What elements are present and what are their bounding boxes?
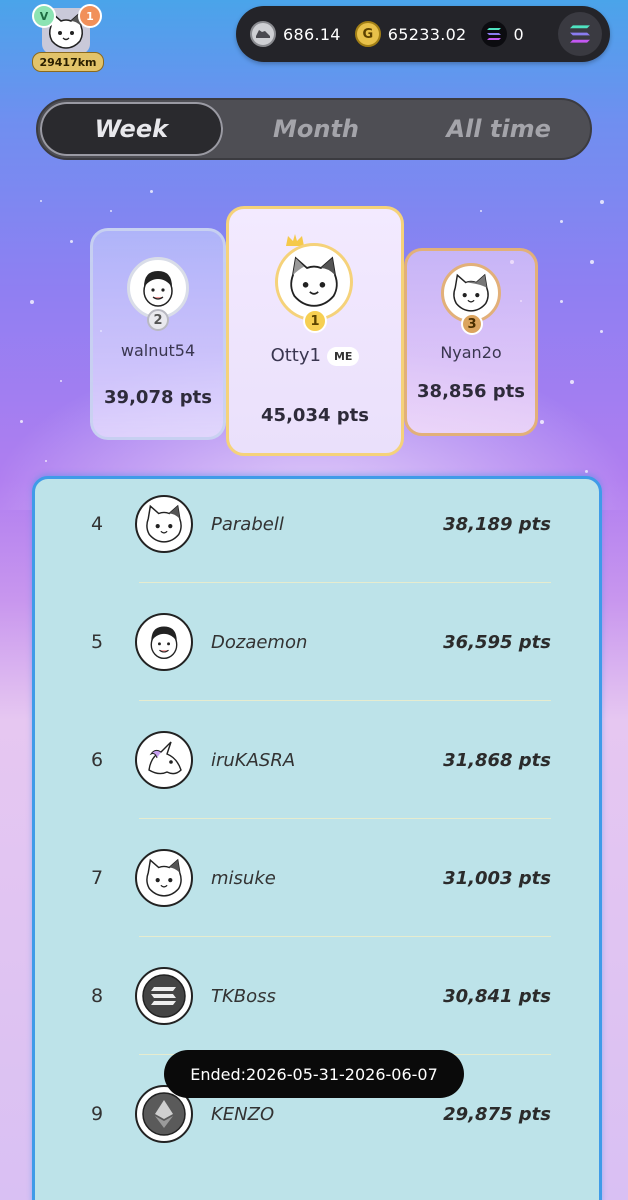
tab-week[interactable]: Week <box>40 102 223 156</box>
sparkle-dot <box>20 420 23 423</box>
tab-month[interactable]: Month <box>225 100 408 158</box>
leaderboard-screen: V 1 29417km 686.14 G 65233.02 0 Week Mon… <box>0 0 628 1200</box>
rank-badge-2: 2 <box>147 309 169 331</box>
distance-label: 29417km <box>32 52 104 72</box>
unicorn-avatar-icon <box>135 731 193 789</box>
podium-third-place[interactable]: 3 Nyan2o 38,856 pts <box>404 248 538 436</box>
solana-icon <box>570 25 590 43</box>
sparkle-dot <box>590 260 594 264</box>
row-rank: 9 <box>91 1103 104 1125</box>
row-username: iruKASRA <box>211 749 296 771</box>
period-ended-tooltip: Ended:2026-05-31-2026-06-07 <box>164 1050 464 1098</box>
tab-all-time[interactable]: All time <box>407 100 590 158</box>
row-username: Parabell <box>211 513 284 535</box>
sparkle-dot <box>110 210 112 212</box>
sparkle-dot <box>600 200 604 204</box>
leaderboard-row[interactable]: 6 iruKASRA 31,868 pts <box>35 701 599 819</box>
sparkle-dot <box>60 380 62 382</box>
level-badge: 1 <box>78 4 102 28</box>
row-username: misuke <box>211 867 276 889</box>
row-points: 30,841 pts <box>443 985 551 1007</box>
solana-icon <box>480 21 507 47</box>
leaderboard-row[interactable]: 8 TKBoss 30,841 pts <box>35 937 599 1055</box>
leaderboard-row[interactable]: 7 misuke 31,003 pts <box>35 819 599 937</box>
rank-badge-3: 3 <box>461 313 483 335</box>
row-rank: 4 <box>91 513 104 535</box>
wallet-button[interactable] <box>558 12 602 56</box>
sneaker-token-value: 686.14 <box>283 24 341 44</box>
sparkle-dot <box>540 420 544 424</box>
cat-avatar-icon <box>135 849 193 907</box>
row-points: 38,189 pts <box>443 513 551 535</box>
podium-first-points: 45,034 pts <box>261 405 369 426</box>
sparkle-dot <box>40 200 42 202</box>
sparkle-dot <box>560 220 563 223</box>
row-rank: 8 <box>91 985 104 1007</box>
solana-value: 0 <box>513 24 525 44</box>
gold-coin-value: 65233.02 <box>387 24 467 44</box>
cat-avatar-icon <box>135 495 193 553</box>
leaderboard-row[interactable]: 4 Parabell 38,189 pts <box>35 465 599 583</box>
period-tabs: Week Month All time <box>36 98 592 160</box>
rank-badge-1: 1 <box>303 309 327 333</box>
solana-avatar-icon <box>135 967 193 1025</box>
podium-first-name-row: Otty1 ME <box>229 345 401 366</box>
row-points: 36,595 pts <box>443 631 551 653</box>
row-username: Dozaemon <box>211 631 308 653</box>
boy-avatar-icon <box>135 613 193 671</box>
gold-coin-balance[interactable]: G 65233.02 <box>354 21 467 47</box>
sneaker-token-balance[interactable]: 686.14 <box>250 21 341 47</box>
currency-bar: 686.14 G 65233.02 0 <box>236 6 610 62</box>
podium-second-name: walnut54 <box>120 341 196 360</box>
me-badge: ME <box>326 346 360 366</box>
podium-first-name: Otty1 <box>270 345 321 366</box>
sparkle-dot <box>480 210 482 212</box>
gold-coin-icon: G <box>354 21 381 47</box>
sparkle-dot <box>70 240 73 243</box>
sparkle-dot <box>560 300 563 303</box>
row-points: 31,868 pts <box>443 749 551 771</box>
row-rank: 5 <box>91 631 104 653</box>
podium-second-place[interactable]: 2 walnut54 39,078 pts <box>90 228 226 440</box>
row-rank: 7 <box>91 867 104 889</box>
user-profile-badge[interactable]: V 1 29417km <box>32 4 104 72</box>
podium-third-points: 38,856 pts <box>417 381 525 402</box>
solana-balance[interactable]: 0 <box>480 21 525 47</box>
sparkle-dot <box>600 330 603 333</box>
podium-first-place[interactable]: 1 Otty1 ME 45,034 pts <box>226 206 404 456</box>
podium-third-name: Nyan2o <box>440 343 502 362</box>
sparkle-dot <box>150 190 153 193</box>
row-points: 31,003 pts <box>443 867 551 889</box>
sparkle-dot <box>570 380 574 384</box>
podium-second-points: 39,078 pts <box>104 387 212 408</box>
row-username: TKBoss <box>211 985 276 1007</box>
sparkle-dot <box>45 460 47 462</box>
verified-badge: V <box>32 4 56 28</box>
leaderboard-row[interactable]: 5 Dozaemon 36,595 pts <box>35 583 599 701</box>
row-rank: 6 <box>91 749 104 771</box>
sneaker-token-icon <box>250 21 276 47</box>
sparkle-dot <box>30 300 34 304</box>
